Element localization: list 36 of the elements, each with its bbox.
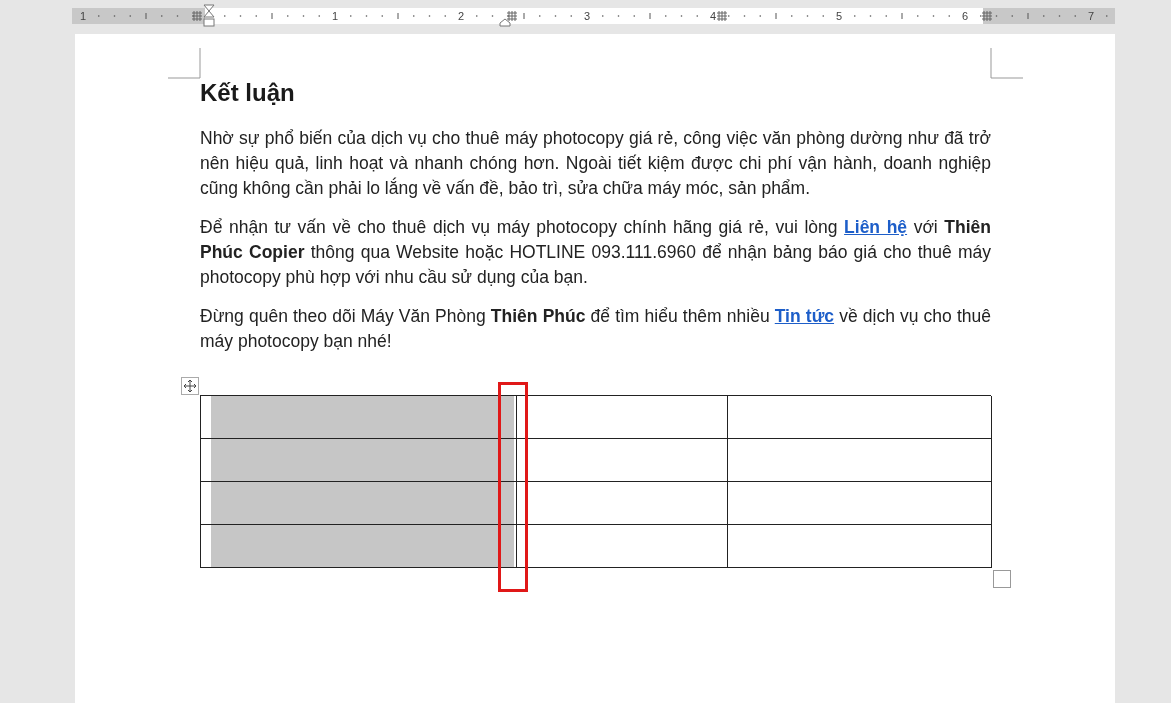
ruler-number: 1 bbox=[79, 9, 87, 23]
table-cell[interactable] bbox=[517, 396, 728, 439]
table-cell[interactable] bbox=[517, 525, 728, 568]
column-marker-icon[interactable] bbox=[716, 10, 728, 22]
resize-handle-icon[interactable] bbox=[993, 570, 1011, 588]
column-marker-icon[interactable] bbox=[506, 10, 518, 22]
table-cell[interactable] bbox=[517, 439, 728, 482]
table-cell[interactable] bbox=[517, 482, 728, 525]
column-marker-icon[interactable] bbox=[191, 10, 203, 22]
table-cell[interactable] bbox=[201, 525, 517, 568]
table-cell[interactable] bbox=[728, 439, 992, 482]
margin-corner-icon bbox=[990, 48, 1023, 79]
ruler-number: 2 bbox=[457, 9, 465, 23]
ruler-number: 3 bbox=[583, 9, 591, 23]
link[interactable]: Liên hệ bbox=[844, 217, 908, 237]
table-cell[interactable] bbox=[201, 396, 517, 439]
table-cell[interactable] bbox=[728, 525, 992, 568]
table-cell[interactable] bbox=[728, 396, 992, 439]
table-cell[interactable] bbox=[201, 439, 517, 482]
ruler-number: 5 bbox=[835, 9, 843, 23]
ruler-number: 6 bbox=[961, 9, 969, 23]
body-paragraph: Nhờ sự phổ biến của dịch vụ cho thuê máy photocopy giá rẻ, công việc văn phòng dường như đã trở nên hiệu quả, linh hoạt và nhanh chóng hơn. Ngoài tiết kiệm được chi phí vận hành, doanh nghiệp cũng không cần phải lo lắng về vấn đề, bảo trì, sửa chữa máy móc, sản phẩm. bbox=[200, 127, 991, 200]
table-cell[interactable] bbox=[728, 482, 992, 525]
table-cell[interactable] bbox=[201, 482, 517, 525]
margin-corner-icon bbox=[168, 48, 201, 79]
ruler-number: 7 bbox=[1087, 9, 1095, 23]
body-paragraph: Đừng quên theo dõi Máy Văn Phòng Thiên Phúc để tìm hiểu thêm nhiều Tin tức về dịch vụ cho thuê máy photocopy bạn nhé! bbox=[200, 305, 991, 353]
section-heading: Kết luận bbox=[200, 78, 296, 108]
column-marker-icon[interactable] bbox=[981, 10, 993, 22]
move-handle-icon[interactable] bbox=[181, 377, 199, 395]
ruler-number: 1 bbox=[331, 9, 339, 23]
indent-marker-icon[interactable] bbox=[203, 4, 215, 30]
body-paragraph: Để nhận tư vấn về cho thuê dịch vụ máy photocopy chính hãng giá rẻ, vui lòng Liên hệ với Thiên Phúc Copier thông qua Website hoặc HOTLINE 093.111.6960 để nhận bảng báo giá cho thuê máy photocopy phù hợp với nhu cầu sử dụng của bạn. bbox=[200, 216, 991, 289]
ruler-number: 4 bbox=[709, 9, 717, 23]
link[interactable]: Tin tức bbox=[774, 306, 835, 326]
right-indent-icon[interactable] bbox=[499, 18, 511, 27]
